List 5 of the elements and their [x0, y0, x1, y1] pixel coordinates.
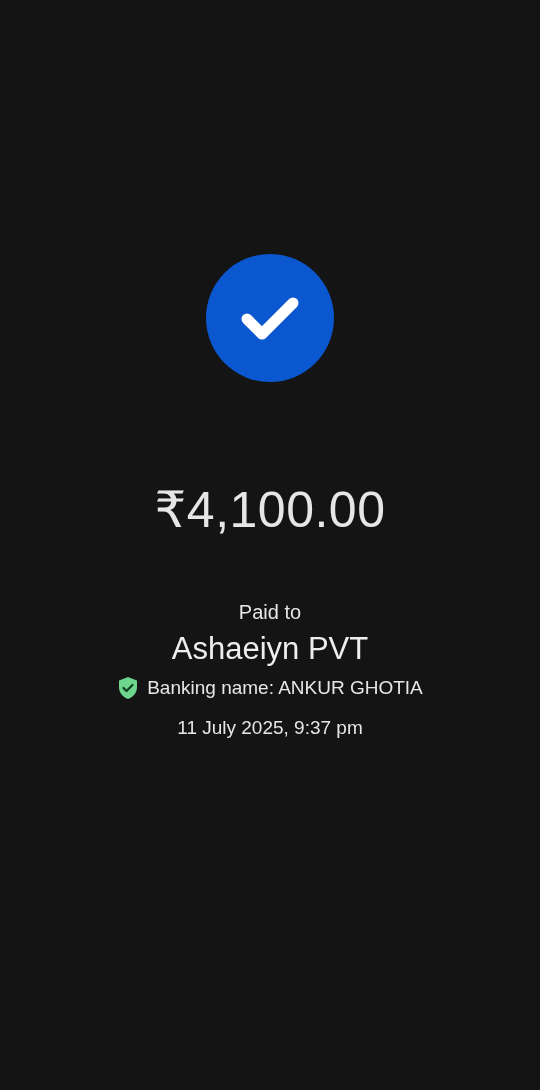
payment-amount: ₹4,100.00 — [154, 481, 386, 540]
payee-name: Ashaeiyn PVT — [171, 630, 369, 668]
paid-to-label: Paid to — [238, 600, 302, 624]
payment-timestamp: 11 July 2025, 9:37 pm — [177, 716, 363, 740]
banking-name: Banking name: ANKUR GHOTIA — [147, 676, 423, 700]
